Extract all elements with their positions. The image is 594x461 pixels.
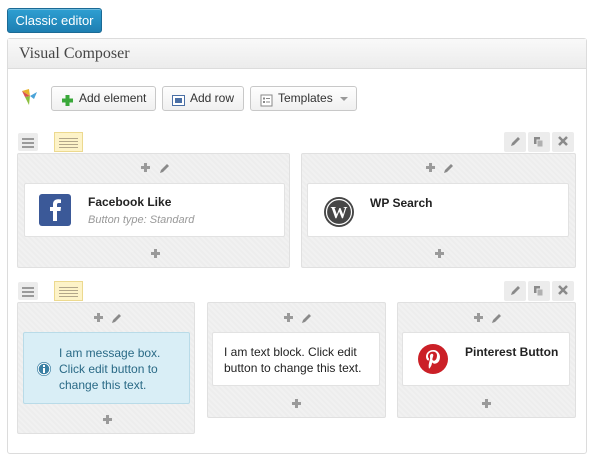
plus-icon[interactable] (141, 163, 150, 172)
drag-handle-icon (18, 133, 38, 151)
text-block-text: I am text block. Click edit button to ch… (224, 345, 362, 375)
plus-icon[interactable] (94, 313, 103, 322)
element-facebook-like[interactable]: Facebook Like Button type: Standard (24, 183, 285, 237)
element-wp-search[interactable]: W WP Search (307, 183, 569, 237)
row-2-edit-button[interactable] (504, 281, 526, 301)
add-element-label: Add element (79, 91, 147, 105)
plus-icon[interactable] (284, 313, 293, 322)
close-icon (558, 285, 568, 295)
pencil-icon[interactable] (491, 311, 503, 329)
plus-icon[interactable] (103, 415, 112, 424)
add-row-label: Add row (190, 91, 235, 105)
row-1-drag-handle[interactable] (18, 133, 38, 151)
templates-icon (260, 92, 273, 107)
element-title: Facebook Like (88, 195, 172, 209)
pencil-icon (511, 137, 520, 146)
templates-dropdown[interactable]: Templates (250, 86, 357, 111)
element-message-box[interactable]: I am message box. Click edit button to c… (23, 332, 190, 404)
wordpress-icon: W (323, 196, 355, 228)
plus-icon[interactable] (474, 313, 483, 322)
drag-handle-icon (18, 282, 38, 300)
element-title: WP Search (370, 196, 433, 210)
add-element-button[interactable]: Add element (51, 86, 156, 111)
row-1-edit-button[interactable] (504, 132, 526, 152)
element-pinterest-button[interactable]: Pinterest Button (402, 332, 570, 386)
plus-icon[interactable] (292, 399, 301, 408)
plus-icon[interactable] (482, 399, 491, 408)
row-1-delete-button[interactable] (552, 132, 574, 152)
pencil-icon[interactable] (159, 161, 171, 179)
row-icon (172, 92, 185, 106)
svg-text:W: W (331, 203, 348, 222)
row-1-clone-button[interactable] (528, 132, 550, 152)
element-subtitle: Button type: Standard (88, 214, 195, 226)
pinterest-icon (417, 343, 449, 375)
row-2-clone-button[interactable] (528, 281, 550, 301)
facebook-icon (39, 194, 71, 226)
panel-header: Visual Composer (8, 39, 586, 69)
clone-icon (534, 286, 544, 297)
pencil-icon[interactable] (443, 161, 455, 179)
chevron-down-icon (340, 97, 348, 101)
pencil-icon[interactable] (111, 311, 123, 329)
plus-icon[interactable] (435, 249, 444, 258)
visual-composer-logo-icon (21, 88, 39, 106)
plus-icon[interactable] (151, 249, 160, 258)
close-icon (558, 136, 568, 146)
pencil-icon[interactable] (301, 311, 313, 329)
classic-editor-button[interactable]: Classic editor (7, 8, 102, 33)
element-text-block[interactable]: I am text block. Click edit button to ch… (212, 332, 380, 386)
message-text: I am message box. Click edit button to c… (59, 346, 161, 392)
row-2-delete-button[interactable] (552, 281, 574, 301)
element-title: Pinterest Button (465, 345, 559, 359)
row-1-layout-icon[interactable] (54, 132, 83, 152)
row-2-layout-icon[interactable] (54, 281, 83, 301)
templates-label: Templates (278, 91, 333, 105)
row-2-drag-handle[interactable] (18, 282, 38, 300)
pencil-icon (511, 286, 520, 295)
plus-icon[interactable] (426, 163, 435, 172)
panel-title: Visual Composer (19, 45, 130, 62)
plus-green-icon (61, 92, 74, 106)
info-icon (36, 361, 52, 377)
add-row-button[interactable]: Add row (162, 86, 244, 111)
clone-icon (534, 137, 544, 148)
